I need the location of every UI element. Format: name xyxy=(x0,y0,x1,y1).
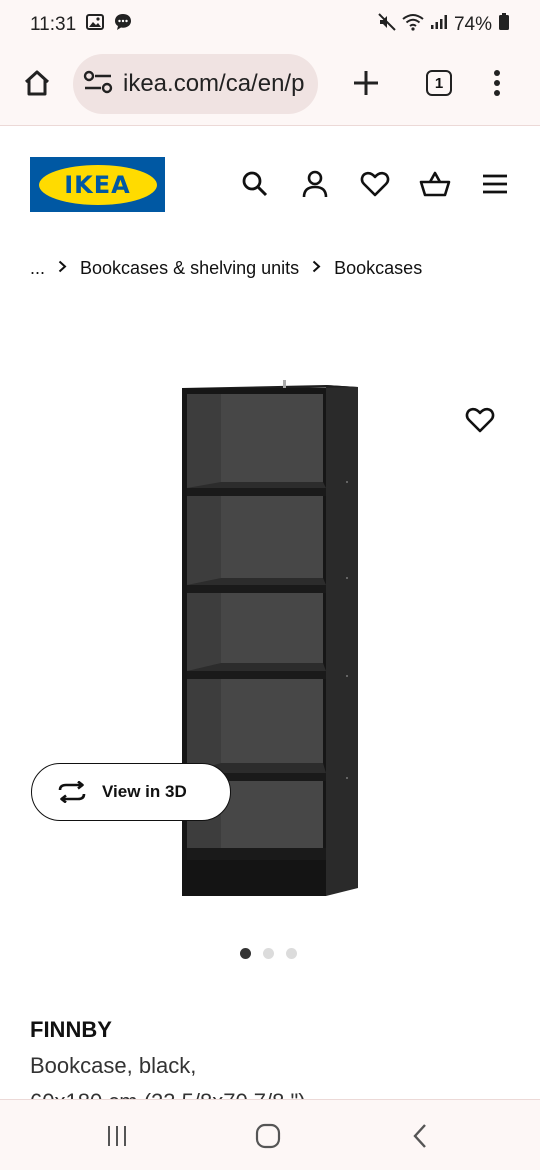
carousel-dots xyxy=(240,948,297,959)
carousel-dot-2[interactable] xyxy=(263,948,274,959)
breadcrumb: ... Bookcases & shelving units Bookcases xyxy=(30,258,422,279)
battery-icon xyxy=(498,13,510,37)
status-bar: 11:31 74% xyxy=(0,0,540,50)
new-tab-button[interactable] xyxy=(345,62,387,104)
product-wishlist-button[interactable] xyxy=(462,402,498,438)
recent-apps-button[interactable] xyxy=(97,1118,137,1154)
more-vert-icon xyxy=(494,70,500,96)
search-icon xyxy=(242,171,268,197)
basket-button[interactable] xyxy=(417,166,453,202)
view-in-3d-label: View in 3D xyxy=(102,782,187,801)
home-button[interactable] xyxy=(16,62,58,104)
tab-count: 1 xyxy=(426,70,452,96)
browser-menu-button[interactable] xyxy=(478,62,516,104)
account-button[interactable] xyxy=(297,166,333,202)
system-nav-bar xyxy=(0,1099,540,1170)
rotate-3d-icon xyxy=(58,781,86,803)
search-button[interactable] xyxy=(237,166,273,202)
product-name: FINNBY xyxy=(30,1017,112,1042)
account-icon xyxy=(302,170,328,198)
back-nav-button[interactable] xyxy=(400,1118,440,1154)
site-settings-icon[interactable] xyxy=(83,70,113,99)
breadcrumb-item-bookcases-shelving[interactable]: Bookcases & shelving units xyxy=(80,258,299,279)
heart-icon xyxy=(465,407,495,433)
tab-switcher-button[interactable]: 1 xyxy=(418,62,460,104)
back-chevron-icon xyxy=(413,1124,426,1148)
site-menu-button[interactable] xyxy=(477,166,513,202)
carousel-dot-3[interactable] xyxy=(286,948,297,959)
home-icon xyxy=(24,70,50,96)
ikea-logo[interactable]: IKEA xyxy=(30,157,165,212)
heart-icon xyxy=(360,171,390,197)
hamburger-menu-icon xyxy=(483,174,507,194)
gallery-icon xyxy=(86,14,105,36)
breadcrumb-item-bookcases[interactable]: Bookcases xyxy=(334,258,422,279)
chevron-right-icon xyxy=(312,260,321,278)
status-time: 11:31 xyxy=(30,14,77,35)
signal-icon xyxy=(430,14,448,36)
address-bar[interactable]: ikea.com/ca/en/p xyxy=(73,54,318,114)
url-text: ikea.com/ca/en/p xyxy=(123,70,305,97)
logo-text: IKEA xyxy=(64,170,131,199)
browser-toolbar: ikea.com/ca/en/p 1 xyxy=(0,50,540,126)
product-description: Bookcase, black, xyxy=(30,1053,197,1078)
site-header: IKEA xyxy=(0,126,540,244)
wishlist-button[interactable] xyxy=(357,166,393,202)
battery-percent: 74% xyxy=(453,14,492,35)
wifi-icon xyxy=(402,13,424,37)
mute-icon xyxy=(378,13,396,37)
chevron-right-icon xyxy=(58,260,67,278)
plus-icon xyxy=(354,71,378,95)
chat-icon xyxy=(114,13,132,37)
home-nav-button[interactable] xyxy=(248,1118,288,1154)
home-circle-icon xyxy=(255,1123,281,1149)
logo-oval: IKEA xyxy=(38,164,157,205)
product-image[interactable] xyxy=(175,378,365,903)
carousel-dot-1[interactable] xyxy=(240,948,251,959)
basket-icon xyxy=(419,171,451,197)
recent-apps-icon xyxy=(108,1126,126,1146)
breadcrumb-ellipsis[interactable]: ... xyxy=(30,258,45,279)
view-in-3d-button[interactable]: View in 3D xyxy=(31,763,231,821)
